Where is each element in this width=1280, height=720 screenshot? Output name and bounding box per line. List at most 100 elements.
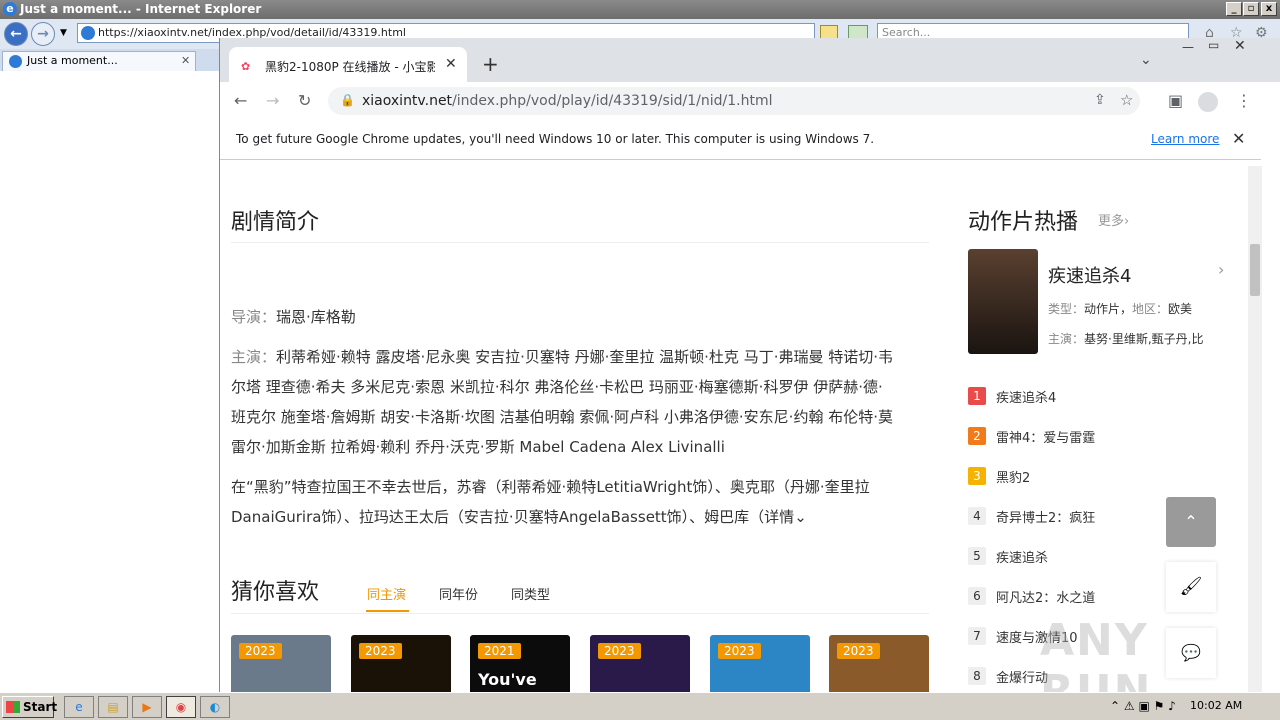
maximize-button[interactable]: ▫ [1243, 2, 1259, 16]
watermark: ANY RUN [1040, 615, 1153, 692]
windows-flag-icon [6, 701, 20, 713]
rank-number: 5 [968, 547, 986, 565]
poster-card[interactable]: 2021 You've released the lips. [470, 635, 570, 692]
taskbar-ie-icon[interactable]: e [64, 696, 94, 718]
ie-tab[interactable]: Just a moment... ✕ [2, 51, 196, 71]
rank-title: 疾速追杀4 [996, 391, 1057, 406]
history-dropdown-icon[interactable]: ▼ [60, 28, 67, 38]
plot-line: DanaiGurira饰）、拉玛达王太后（安吉拉·贝塞特AngelaBasset… [231, 508, 795, 526]
update-infobar: To get future Google Chrome updates, you… [220, 120, 1261, 160]
tab-same-year[interactable]: 同年份 [439, 584, 478, 603]
scrollbar-thumb[interactable] [1250, 244, 1260, 296]
poster-card[interactable]: 2023FOR ALL [351, 635, 451, 692]
featured-title[interactable]: 疾速追杀4 [1048, 262, 1131, 288]
rank-title: 雷神4：爱与雷霆 [996, 431, 1096, 446]
taskbar: Start e ▤ ▶ ◉ ◐ ⌃ ⚠ ▣ ⚑ ♪ 10:02 AM [0, 692, 1280, 720]
more-link[interactable]: 更多› [1098, 210, 1129, 229]
padlock-icon: 🔒 [340, 93, 355, 107]
chrome-toolbar: ← → ↻ 🔒 xiaoxintv.net/index.php/vod/play… [220, 82, 1280, 120]
share-icon[interactable]: ⇪ [1094, 92, 1106, 108]
cast-line[interactable]: 班克尔 施奎塔·詹姆斯 胡安·卡洛斯·坎图 洁基伯明翰 索佩·阿卢科 小弗洛伊德… [231, 402, 931, 432]
sidebar-title: 动作片热播 [968, 210, 1079, 235]
new-tab-plus-icon[interactable]: + [482, 52, 499, 76]
year-badge: 2023 [598, 643, 641, 659]
rank-number: 1 [968, 387, 986, 405]
active-tab-underline [366, 610, 409, 612]
start-button[interactable]: Start [2, 696, 57, 718]
close-button[interactable]: x [1261, 2, 1277, 16]
tab-ie-icon [9, 55, 22, 68]
chrome-tab-close-icon[interactable]: ✕ [445, 56, 457, 72]
rank-number: 6 [968, 587, 986, 605]
featured-meta: 类型：动作片，地区：欧美 [1048, 302, 1193, 316]
menu-kebab-icon[interactable]: ⋮ [1236, 91, 1252, 110]
chrome-maximize-button[interactable]: ▭ [1208, 38, 1219, 52]
scrollbar[interactable] [1248, 166, 1262, 692]
bookmark-star-icon[interactable]: ☆ [1120, 91, 1133, 109]
chevron-right-icon[interactable]: › [1218, 260, 1224, 279]
divider [231, 242, 929, 243]
ie-tab-strip: Just a moment... ✕ [0, 49, 220, 71]
cast-line[interactable]: 雷尔·加斯金斯 拉希姆·赖利 乔丹·沃克·罗斯 Mabel Cadena Ale… [231, 432, 931, 462]
taskbar-media-icon[interactable]: ▶ [132, 696, 162, 718]
brush-icon[interactable]: 🖌 [1166, 562, 1216, 612]
forward-icon[interactable]: → [31, 22, 55, 46]
taskbar-edge-icon[interactable]: ◐ [200, 696, 230, 718]
year-badge: 2023 [359, 643, 402, 659]
site-favicon-icon: ✿ [241, 60, 251, 73]
poster-card[interactable]: 2023 [829, 635, 929, 692]
rank-number: 3 [968, 467, 986, 485]
rank-number: 2 [968, 427, 986, 445]
year-badge: 2023 [239, 643, 282, 659]
plot-block: 在“黑豹”特查拉国王不幸去世后，苏睿（利蒂希娅·赖特LetitiaWright饰… [231, 472, 931, 532]
taskbar-explorer-icon[interactable]: ▤ [98, 696, 128, 718]
rank-title: 阿凡达2：水之道 [996, 591, 1096, 606]
ie-logo-icon: e [3, 2, 17, 16]
cast-line[interactable]: 尔塔 理查德·希夫 多米尼克·索恩 米凯拉·科尔 弗洛伦丝·卡松巴 玛丽亚·梅塞… [231, 372, 931, 402]
rank-title: 黑豹2 [996, 471, 1031, 486]
tab-same-genre[interactable]: 同类型 [511, 584, 550, 603]
poster-card[interactable]: 2023NEON [710, 635, 810, 692]
profile-avatar-icon[interactable] [1198, 92, 1218, 112]
featured-poster[interactable] [968, 249, 1038, 354]
recommend-title: 猜你喜欢 [231, 580, 320, 605]
rank-number: 8 [968, 667, 986, 685]
side-panel-icon[interactable]: ▣ [1168, 91, 1183, 110]
page-icon [81, 26, 95, 40]
omnibox[interactable]: 🔒 xiaoxintv.net/index.php/vod/play/id/43… [328, 87, 1140, 115]
year-badge: 2021 [478, 643, 521, 659]
details-expand-chevron-icon[interactable]: ⌄ [794, 508, 807, 526]
director-link[interactable]: 瑞恩·库格勒 [276, 308, 356, 326]
forward-arrow-icon[interactable]: → [266, 91, 279, 110]
tab-close-icon[interactable]: ✕ [181, 52, 190, 70]
poster-card[interactable]: 2023 [590, 635, 690, 692]
infobar-message: To get future Google Chrome updates, you… [236, 132, 875, 146]
plot-line: 在“黑豹”特查拉国王不幸去世后，苏睿（利蒂希娅·赖特LetitiaWright饰… [231, 478, 870, 496]
ie-title-bar: e Just a moment... - Internet Explorer _… [0, 0, 1280, 19]
back-to-top-button[interactable]: ⌃ [1166, 497, 1216, 547]
tab-same-cast[interactable]: 同主演 [367, 584, 406, 603]
rank-number: 4 [968, 507, 986, 525]
taskbar-chrome-icon[interactable]: ◉ [166, 696, 196, 718]
chrome-window: ✿ 黑豹2-1080P 在线播放 - 小宝影院 - ✕ + ⌄ — ▭ ✕ ← … [219, 38, 1280, 692]
infobar-close-icon[interactable]: ✕ [1232, 129, 1245, 148]
rank-title: 疾速追杀 [996, 551, 1049, 566]
minimize-button[interactable]: _ [1226, 2, 1242, 16]
reload-icon[interactable]: ↻ [298, 91, 311, 110]
clock: 10:02 AM [1190, 699, 1243, 712]
back-icon[interactable]: ← [4, 22, 28, 46]
featured-cast: 主演：基努·里维斯,甄子丹,比 [1048, 332, 1204, 346]
chrome-minimize-button[interactable]: — [1180, 40, 1196, 54]
tray-icons[interactable]: ⌃ ⚠ ▣ ⚑ ♪ [1110, 699, 1176, 713]
omnibox-url: xiaoxintv.net/index.php/vod/play/id/4331… [362, 93, 773, 109]
tab-search-chevron-icon[interactable]: ⌄ [1140, 52, 1152, 68]
poster-text: You've released the lips. [478, 670, 556, 692]
learn-more-link[interactable]: Learn more [1151, 132, 1219, 146]
poster-card[interactable]: 2023the Curse [231, 635, 331, 692]
cast-line[interactable]: 利蒂希娅·赖特 露皮塔·尼永奥 安吉拉·贝塞特 丹娜·奎里拉 温斯顿·杜克 马丁… [276, 348, 893, 366]
director-row: 导演：瑞恩·库格勒 [231, 308, 356, 326]
back-arrow-icon[interactable]: ← [234, 91, 247, 110]
chrome-close-button[interactable]: ✕ [1234, 38, 1246, 54]
cast-block: 主演：利蒂希娅·赖特 露皮塔·尼永奥 安吉拉·贝塞特 丹娜·奎里拉 温斯顿·杜克… [231, 342, 931, 462]
synopsis-title: 剧情简介 [231, 210, 320, 235]
